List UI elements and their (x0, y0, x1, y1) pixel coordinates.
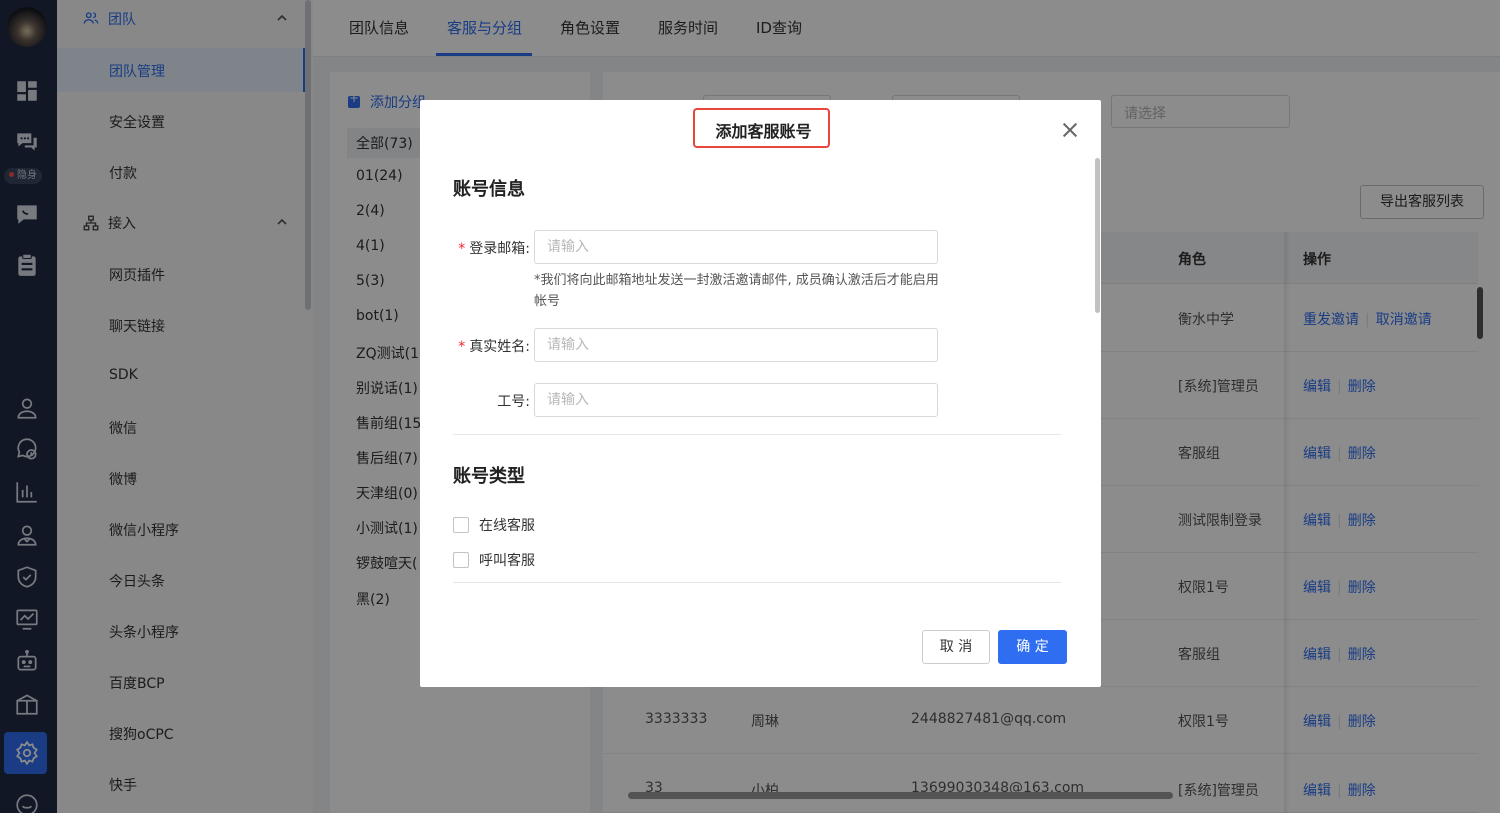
required-mark: * (458, 241, 466, 257)
email-label: * 登录邮箱: (458, 241, 530, 257)
job-number-label: 工号: (497, 394, 530, 410)
confirm-button[interactable]: 确 定 (998, 630, 1067, 664)
real-name-field[interactable] (534, 328, 938, 362)
section-title-account-type: 账号类型 (453, 466, 525, 487)
call-agent-checkbox[interactable]: 呼叫客服 (453, 550, 535, 570)
required-mark: * (458, 339, 466, 355)
cancel-button[interactable]: 取 消 (922, 630, 990, 664)
checkbox-box[interactable] (453, 552, 469, 568)
email-input[interactable] (535, 231, 937, 263)
checkbox-box[interactable] (453, 517, 469, 533)
modal-title: 添加客服账号 (715, 122, 812, 141)
job-number-field[interactable] (534, 383, 938, 417)
section-divider (453, 434, 1061, 435)
email-hint: *我们将向此邮箱地址发送一封激活邀请邮件, 成员确认激活后才能启用帐号 (534, 273, 939, 309)
section-title-account-info: 账号信息 (453, 179, 525, 200)
modal-scrollbar[interactable] (1095, 158, 1100, 313)
close-icon[interactable] (1060, 120, 1080, 140)
title-highlight-box: 添加客服账号 (693, 108, 830, 148)
real-name-label: * 真实姓名: (458, 339, 530, 355)
job-number-input[interactable] (535, 384, 937, 416)
email-field[interactable] (534, 230, 938, 264)
section-divider (453, 582, 1061, 583)
real-name-input[interactable] (535, 329, 937, 361)
add-agent-modal: 添加客服账号 账号信息 *登录邮箱: *我们将向此邮箱地址发送一封激活邀请邮件,… (420, 100, 1101, 687)
online-agent-checkbox[interactable]: 在线客服 (453, 515, 535, 535)
